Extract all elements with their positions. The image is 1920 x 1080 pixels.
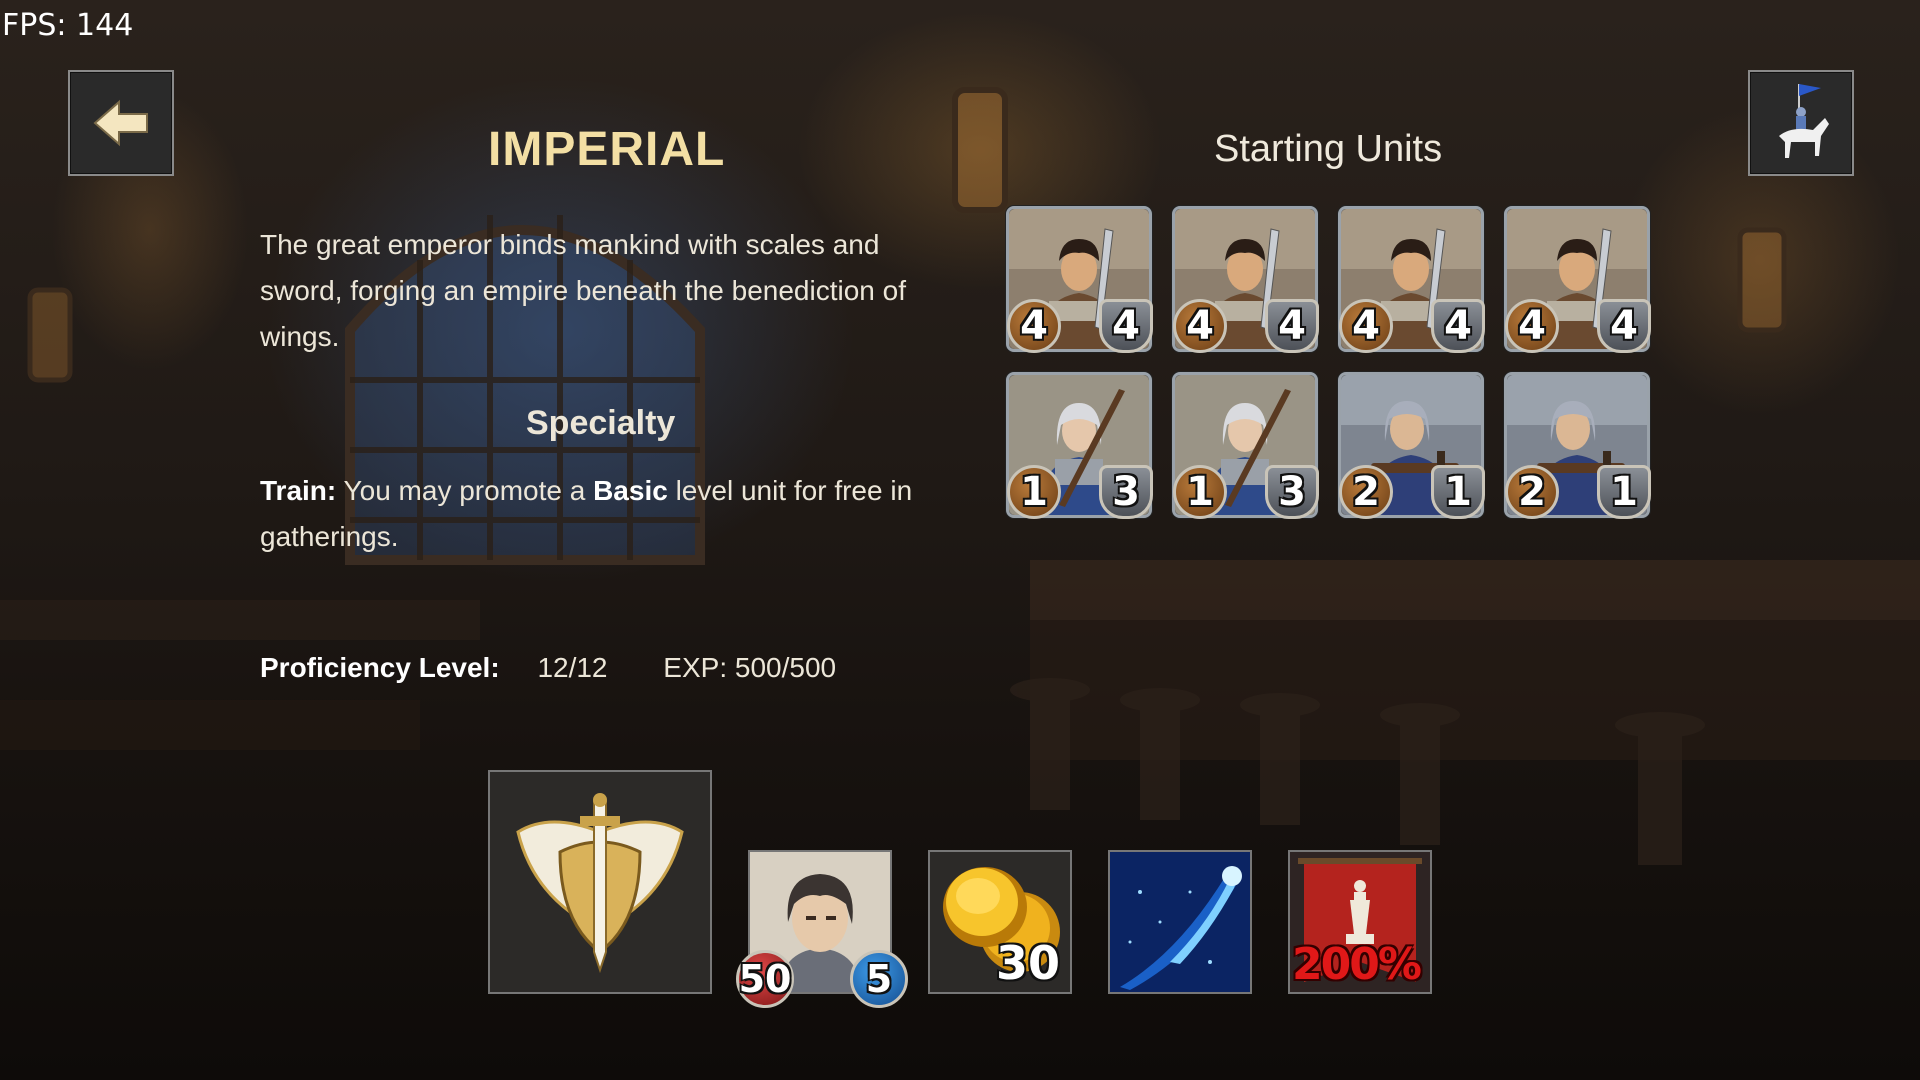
gold-amount: 30 xyxy=(995,936,1060,990)
unit-level-badge: 4 xyxy=(1505,299,1559,353)
unit-card-crossbowman[interactable]: 21 xyxy=(1504,372,1651,519)
faction-emblem[interactable] xyxy=(488,770,712,994)
unit-card-spearwoman[interactable]: 13 xyxy=(1006,372,1153,519)
fps-counter: FPS: 144 xyxy=(2,8,134,43)
unit-card-swordsman[interactable]: 44 xyxy=(1504,206,1651,353)
proficiency-level: 12/12 xyxy=(537,652,608,683)
army-banner[interactable]: 200% xyxy=(1288,850,1432,994)
unit-count-badge: 3 xyxy=(1265,465,1319,519)
unit-level-badge: 4 xyxy=(1173,299,1227,353)
unit-count-badge: 1 xyxy=(1597,465,1651,519)
specialty-text-before: You may promote a xyxy=(343,475,586,506)
unit-count-badge: 3 xyxy=(1099,465,1153,519)
unit-card-swordsman[interactable]: 44 xyxy=(1172,206,1319,353)
proficiency-label: Proficiency Level: xyxy=(260,652,500,683)
proficiency-exp: EXP: 500/500 xyxy=(663,652,837,683)
hero-hp-badge: 50 xyxy=(736,950,794,1008)
faction-description: The great emperor binds mankind with sca… xyxy=(260,229,906,352)
proficiency-row: Proficiency Level: 12/12 EXP: 500/500 xyxy=(260,652,836,684)
unit-preview-button[interactable] xyxy=(1748,70,1854,176)
faction-title: IMPERIAL xyxy=(488,123,726,176)
blue-comet-icon xyxy=(1110,852,1250,992)
banner-percent: 200% xyxy=(1292,939,1422,990)
specialty-label: Train: xyxy=(260,475,337,506)
starting-spell[interactable] xyxy=(1108,850,1252,994)
unit-card-swordsman[interactable]: 44 xyxy=(1338,206,1485,353)
back-button[interactable] xyxy=(68,70,174,176)
hero-level-badge: 5 xyxy=(850,950,908,1008)
hero-portrait[interactable]: 50 5 xyxy=(736,850,908,1008)
unit-count-badge: 1 xyxy=(1431,465,1485,519)
unit-count-badge: 4 xyxy=(1099,299,1153,353)
winged-sword-emblem-icon xyxy=(516,793,684,974)
unit-card-spearwoman[interactable]: 13 xyxy=(1172,372,1319,519)
specialty-highlight: Basic xyxy=(593,475,668,506)
knight-on-horse-icon xyxy=(1779,84,1829,158)
specialty-text: Train: You may promote a Basic level uni… xyxy=(260,468,950,560)
unit-count-badge: 4 xyxy=(1265,299,1319,353)
unit-level-badge: 1 xyxy=(1173,465,1227,519)
unit-level-badge: 1 xyxy=(1007,465,1061,519)
unit-level-badge: 2 xyxy=(1505,465,1559,519)
arrow-left-icon xyxy=(93,99,148,147)
unit-level-badge: 4 xyxy=(1007,299,1061,353)
unit-count-badge: 4 xyxy=(1431,299,1485,353)
unit-card-crossbowman[interactable]: 21 xyxy=(1338,372,1485,519)
unit-level-badge: 2 xyxy=(1339,465,1393,519)
specialty-heading: Specialty xyxy=(526,404,676,442)
starting-gold[interactable]: 30 xyxy=(928,850,1072,994)
starting-units-title: Starting Units xyxy=(1214,128,1443,170)
unit-count-badge: 4 xyxy=(1597,299,1651,353)
unit-level-badge: 4 xyxy=(1339,299,1393,353)
unit-card-swordsman[interactable]: 44 xyxy=(1006,206,1153,353)
